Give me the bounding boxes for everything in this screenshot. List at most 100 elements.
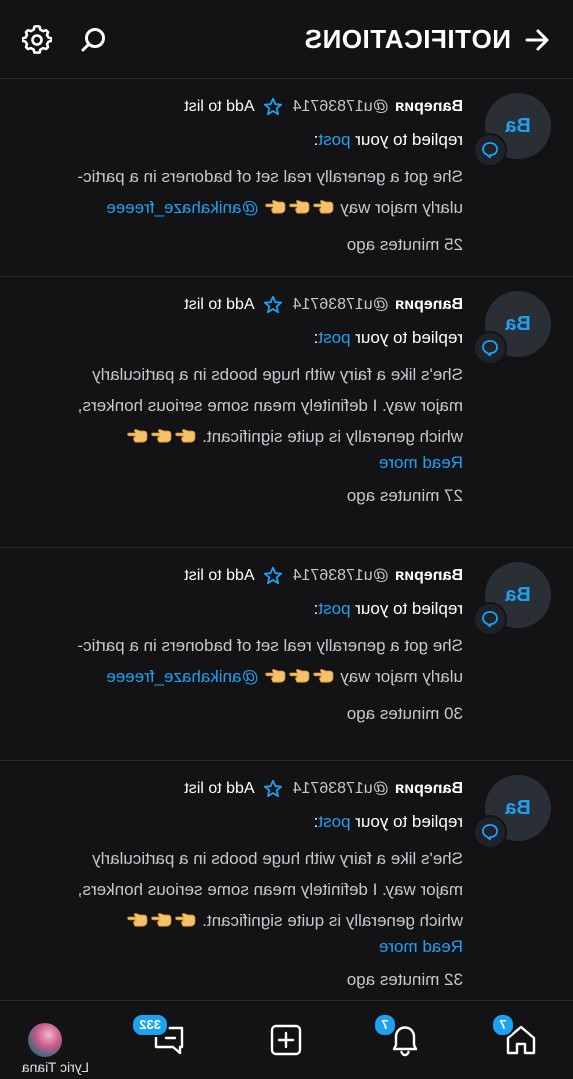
reply-text-line: She's like a fairy with huge boobs in a … xyxy=(92,849,463,868)
notifications-feed[interactable]: Ba Ваnерия @u17836714 Add to list replie… xyxy=(0,79,573,1000)
post-link[interactable]: post xyxy=(318,130,350,149)
notifications-badge: 7 xyxy=(373,1013,397,1037)
pointing-hand-emoji xyxy=(289,669,310,683)
mention-link[interactable]: @anikahaze_freeee xyxy=(106,198,258,217)
profile-name[interactable]: Lyric Tiana xyxy=(0,1059,89,1075)
notification-item[interactable]: Ba Ваnерия @u17836714 Add to list replie… xyxy=(0,277,573,548)
reply-badge xyxy=(473,331,507,365)
nav-profile[interactable] xyxy=(15,1015,75,1065)
nav-create[interactable] xyxy=(256,1015,316,1065)
bottom-navigation: 7 7 332 Lyric Tiana xyxy=(0,1000,573,1079)
star-icon xyxy=(263,779,282,798)
avatar[interactable]: Ba xyxy=(473,93,551,167)
add-to-list-button[interactable]: Add to list xyxy=(184,296,254,314)
notification-header: Ваnерия @u17836714 Add to list xyxy=(21,293,463,317)
notification-body: Ваnерия @u17836714 Add to list replied t… xyxy=(21,95,463,257)
plus-square-icon xyxy=(270,1024,302,1056)
user-handle[interactable]: @u17836714 xyxy=(293,296,389,314)
speech-bubble-icon xyxy=(482,611,498,628)
avatar[interactable]: Ba xyxy=(473,562,551,636)
pointing-hand-emoji xyxy=(313,200,334,214)
messages-badge: 332 xyxy=(131,1013,169,1037)
user-name[interactable]: Ваnерия xyxy=(395,296,463,314)
arrow-left-icon xyxy=(525,29,549,51)
pointing-hand-emoji xyxy=(313,669,334,683)
reply-text-line: She got a generally real set of badoners… xyxy=(77,167,463,186)
notification-header: Ваnерия @u17836714 Add to list xyxy=(21,564,463,588)
back-button[interactable] xyxy=(519,22,555,58)
reply-text-line: She got a generally real set of badoners… xyxy=(77,636,463,655)
user-handle[interactable]: @u17836714 xyxy=(293,98,389,116)
emoji-group xyxy=(125,911,197,930)
reply-text-line: ularly major way @anikahaze_freeee xyxy=(21,192,463,223)
notification-body: Ваnерия @u17836714 Add to list replied t… xyxy=(21,564,463,726)
reply-text-fragment: which generally is quite significant. xyxy=(202,911,463,930)
add-to-list-button[interactable]: Add to list xyxy=(184,780,254,798)
add-to-list-button[interactable]: Add to list xyxy=(184,567,254,585)
pointing-hand-emoji xyxy=(175,913,196,927)
reply-text: She's like a fairy with huge boobs in a … xyxy=(21,359,463,452)
settings-button[interactable] xyxy=(17,20,57,60)
read-more-link[interactable]: Read more xyxy=(21,452,463,474)
pointing-hand-emoji xyxy=(127,429,148,443)
nav-messages[interactable]: 332 xyxy=(131,1013,199,1065)
reply-text-fragment: which generally is quite significant. xyxy=(202,427,463,446)
post-link[interactable]: post xyxy=(318,328,350,347)
reply-text-line: which generally is quite significant. xyxy=(21,421,463,452)
app-screen: NOTIFICATIONS Ba Ваnерия @u17836714 Add … xyxy=(0,0,573,1079)
reply-badge xyxy=(473,133,507,167)
reply-text-fragment: ularly major way xyxy=(340,198,463,217)
mention-link[interactable]: @anikahaze_freeee xyxy=(106,667,258,686)
speech-bubble-icon xyxy=(482,824,498,841)
post-link[interactable]: post xyxy=(318,599,350,618)
action-suffix: : xyxy=(313,812,319,831)
notification-action: replied to your post: xyxy=(21,325,463,351)
action-prefix: replied to your xyxy=(350,599,463,618)
avatar[interactable]: Ba xyxy=(473,291,551,365)
read-more-link[interactable]: Read more xyxy=(21,936,463,958)
avatar-initials: Ba xyxy=(505,312,531,335)
reply-text-line: She's like a fairy with huge boobs in a … xyxy=(92,365,463,384)
avatar-initials: Ba xyxy=(505,114,531,137)
user-name[interactable]: Ваnерия xyxy=(395,780,463,798)
reply-text: She's like a fairy with huge boobs in a … xyxy=(21,843,463,936)
avatar-initials: Ba xyxy=(505,796,531,819)
action-prefix: replied to your xyxy=(350,328,463,347)
reply-text: She got a generally real set of badoners… xyxy=(21,161,463,223)
user-handle[interactable]: @u17836714 xyxy=(293,567,389,585)
pointing-hand-emoji xyxy=(127,913,148,927)
notification-action: replied to your post: xyxy=(21,809,463,835)
emoji-group xyxy=(263,198,335,217)
post-link[interactable]: post xyxy=(318,812,350,831)
reply-text-line: major way. I definitely mean some seriou… xyxy=(77,880,463,899)
timestamp: 27 minutes ago xyxy=(346,486,463,505)
avatar[interactable]: Ba xyxy=(473,775,551,849)
user-name[interactable]: Ваnерия xyxy=(395,567,463,585)
add-to-list-star[interactable] xyxy=(263,779,283,799)
nav-notifications[interactable]: 7 xyxy=(373,1013,435,1065)
search-button[interactable] xyxy=(75,22,111,58)
avatar-initials: Ba xyxy=(505,583,531,606)
action-suffix: : xyxy=(313,328,319,347)
action-suffix: : xyxy=(313,599,319,618)
pointing-hand-emoji xyxy=(175,429,196,443)
notification-item[interactable]: Ba Ваnерия @u17836714 Add to list replie… xyxy=(0,548,573,761)
reply-text-line: major way. I definitely mean some seriou… xyxy=(77,396,463,415)
user-handle[interactable]: @u17836714 xyxy=(293,780,389,798)
pointing-hand-emoji xyxy=(289,200,310,214)
notification-body: Ваnерия @u17836714 Add to list replied t… xyxy=(21,293,463,508)
header-bar: NOTIFICATIONS xyxy=(0,0,573,79)
add-to-list-button[interactable]: Add to list xyxy=(184,98,254,116)
notification-item[interactable]: Ba Ваnерия @u17836714 Add to list replie… xyxy=(0,79,573,277)
add-to-list-star[interactable] xyxy=(263,566,283,586)
nav-home[interactable]: 7 xyxy=(491,1013,551,1065)
pointing-hand-emoji xyxy=(151,429,172,443)
gear-icon xyxy=(22,25,52,54)
user-name[interactable]: Ваnерия xyxy=(395,98,463,116)
add-to-list-star[interactable] xyxy=(263,97,283,117)
reply-badge xyxy=(473,602,507,636)
notification-item[interactable]: Ba Ваnерия @u17836714 Add to list replie… xyxy=(0,761,573,1000)
add-to-list-star[interactable] xyxy=(263,295,283,315)
action-prefix: replied to your xyxy=(350,812,463,831)
notification-header: Ваnерия @u17836714 Add to list xyxy=(21,95,463,119)
